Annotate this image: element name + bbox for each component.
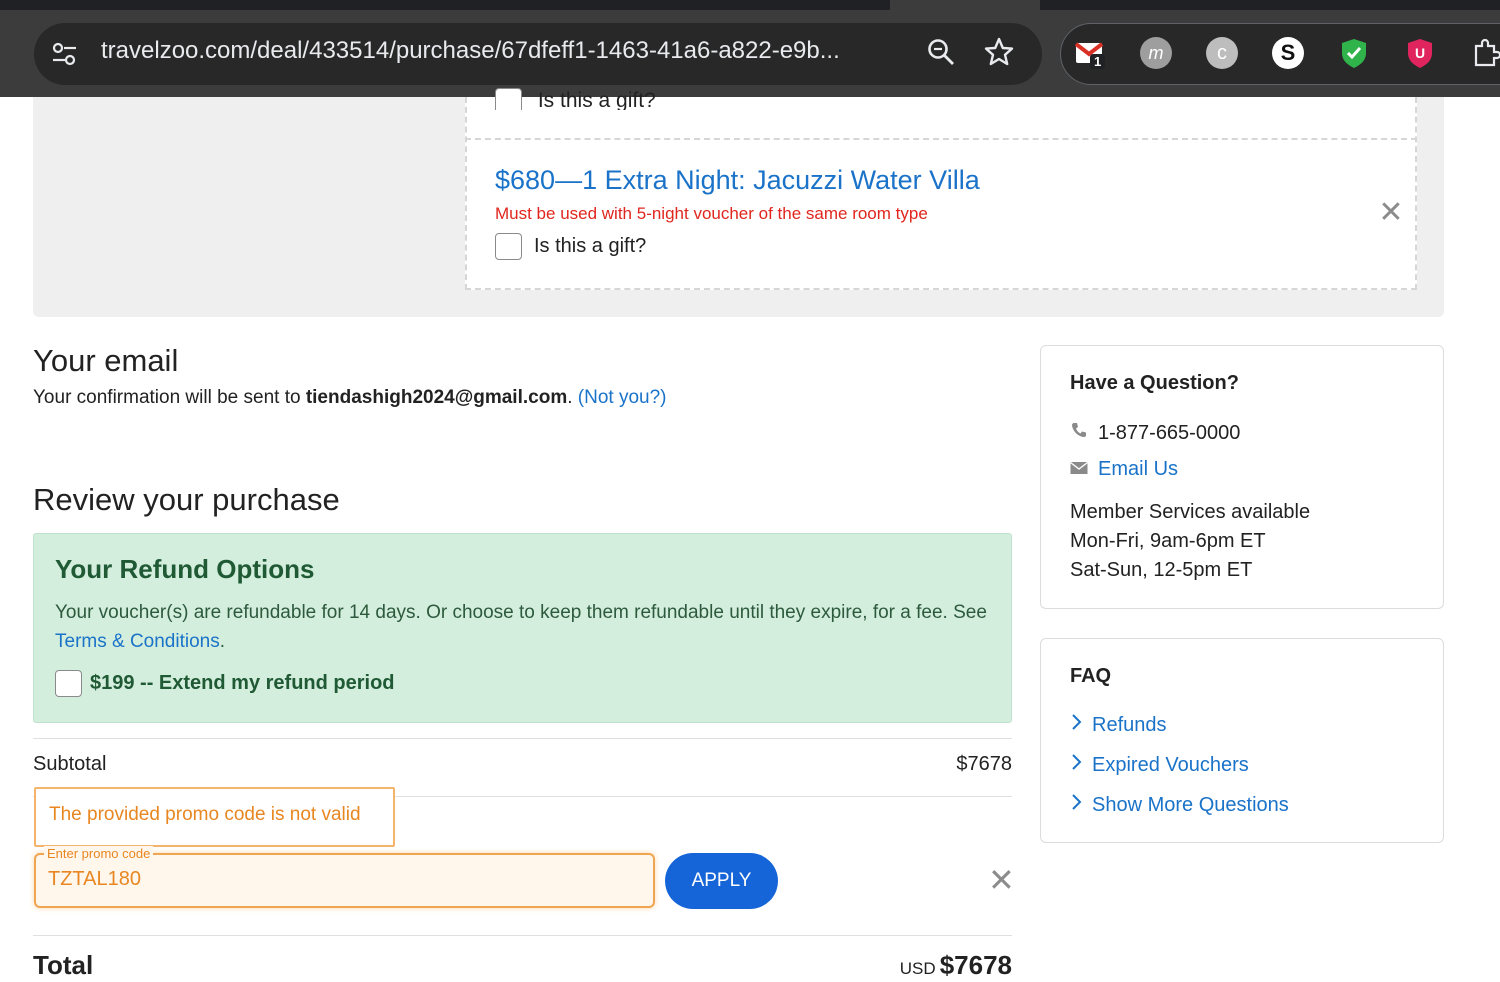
svg-text:U: U <box>1415 45 1425 61</box>
deal-requirement-note: Must be used with 5-night voucher of the… <box>495 204 928 223</box>
refund-description-end: . <box>219 631 226 652</box>
email-heading: Your email <box>33 343 179 378</box>
faq-item-show-more[interactable]: Show More Questions <box>1070 793 1289 817</box>
faq-title: FAQ <box>1070 665 1112 687</box>
phone-icon <box>1070 421 1088 445</box>
not-you-link[interactable]: (Not you?) <box>578 387 667 408</box>
deal-title-link[interactable]: $680—1 Extra Night: Jacuzzi Water Villa <box>495 165 980 196</box>
total-currency: USD <box>899 959 936 978</box>
tab-strip <box>0 0 1500 10</box>
refund-options-title: Your Refund Options <box>55 554 315 584</box>
email-address: tiendashigh2024@gmail.com <box>305 387 568 408</box>
subtotal-value: $7678 <box>956 753 1012 775</box>
gmail-badge: 1 <box>1094 54 1102 69</box>
service-hours-line: Sat-Sun, 12-5pm ET <box>1070 559 1253 581</box>
apply-promo-button[interactable]: APPLY <box>665 853 778 909</box>
email-us-link[interactable]: Email Us <box>1098 458 1178 481</box>
service-hours-line: Member Services available <box>1070 501 1311 523</box>
gift-label: Is this a gift? <box>534 235 647 257</box>
faq-item-label[interactable]: Refunds <box>1092 714 1167 737</box>
shield-extension-icon[interactable] <box>1338 37 1370 69</box>
email-us-row: Email Us <box>1070 458 1178 481</box>
faq-item-label[interactable]: Show More Questions <box>1092 794 1289 817</box>
m-extension-icon[interactable]: m <box>1140 37 1172 69</box>
active-tab-edge <box>890 0 1040 10</box>
previous-gift-checkbox[interactable] <box>495 88 522 110</box>
faq-item-label[interactable]: Expired Vouchers <box>1092 754 1249 777</box>
phone-number[interactable]: 1-877-665-0000 <box>1098 422 1240 445</box>
help-card: Have a Question? 1-877-665-0000 Email Us… <box>1040 345 1444 609</box>
faq-item-refunds[interactable]: Refunds <box>1070 713 1167 737</box>
email-suffix: . <box>567 387 578 408</box>
divider <box>33 935 1012 936</box>
promo-input-label: Enter promo code <box>44 846 154 861</box>
gmail-extension-icon[interactable]: 1 <box>1074 37 1106 69</box>
gift-option: Is this a gift? <box>495 233 646 260</box>
total-label: Total <box>33 950 94 980</box>
extend-refund-label: $199 -- Extend my refund period <box>90 672 395 694</box>
phone-row: 1-877-665-0000 <box>1070 421 1240 445</box>
divider <box>33 738 1012 739</box>
faq-item-expired-vouchers[interactable]: Expired Vouchers <box>1070 753 1249 777</box>
clear-promo-close-icon[interactable]: ✕ <box>988 864 1015 896</box>
bookmark-star-icon[interactable] <box>983 36 1015 68</box>
refund-description: Your voucher(s) are refundable for 14 da… <box>55 598 995 656</box>
help-title: Have a Question? <box>1070 372 1239 394</box>
extend-refund-option: $199 -- Extend my refund period <box>55 670 395 697</box>
c-extension-icon[interactable]: c <box>1206 37 1238 69</box>
site-settings-icon[interactable] <box>50 40 80 68</box>
service-hours: Member Services available Mon-Fri, 9am-6… <box>1070 498 1310 585</box>
email-prefix: Your confirmation will be sent to <box>33 387 306 408</box>
previous-gift-row: Is this a gift? <box>495 88 656 110</box>
chevron-right-icon <box>1070 793 1082 817</box>
zoom-icon[interactable] <box>925 36 957 68</box>
terms-conditions-link[interactable]: Terms & Conditions <box>55 631 220 652</box>
total-amount: USD $7678 <box>860 950 1012 981</box>
refund-options-panel: Your Refund Options Your voucher(s) are … <box>33 533 1012 723</box>
chevron-right-icon <box>1070 713 1082 737</box>
puzzle-extensions-icon[interactable] <box>1470 37 1500 69</box>
browser-toolbar: travelzoo.com/deal/433514/purchase/67dfe… <box>0 0 1500 97</box>
envelope-icon <box>1070 458 1088 481</box>
promo-code-value[interactable]: TZTAL180 <box>48 868 141 891</box>
total-value: $7678 <box>939 950 1012 980</box>
review-heading: Review your purchase <box>33 482 340 517</box>
previous-gift-label: Is this a gift? <box>537 89 656 110</box>
subtotal-label: Subtotal <box>33 753 107 775</box>
u-extension-icon[interactable]: U <box>1404 37 1436 69</box>
service-hours-line: Mon-Fri, 9am-6pm ET <box>1070 530 1266 552</box>
promo-error-message: The provided promo code is not valid <box>34 787 395 847</box>
s-extension-icon[interactable]: S <box>1272 37 1304 69</box>
refund-description-text: Your voucher(s) are refundable for 14 da… <box>55 602 987 623</box>
email-confirmation-text: Your confirmation will be sent to tienda… <box>33 387 666 409</box>
item-divider <box>465 138 1417 140</box>
chevron-right-icon <box>1070 753 1082 777</box>
url-text[interactable]: travelzoo.com/deal/433514/purchase/67dfe… <box>101 37 901 65</box>
gift-checkbox[interactable] <box>495 233 522 260</box>
remove-item-close-icon[interactable]: ✕ <box>1378 198 1404 228</box>
faq-card: FAQ Refunds Expired Vouchers Show More Q… <box>1040 638 1444 843</box>
extend-refund-checkbox[interactable] <box>55 670 82 697</box>
